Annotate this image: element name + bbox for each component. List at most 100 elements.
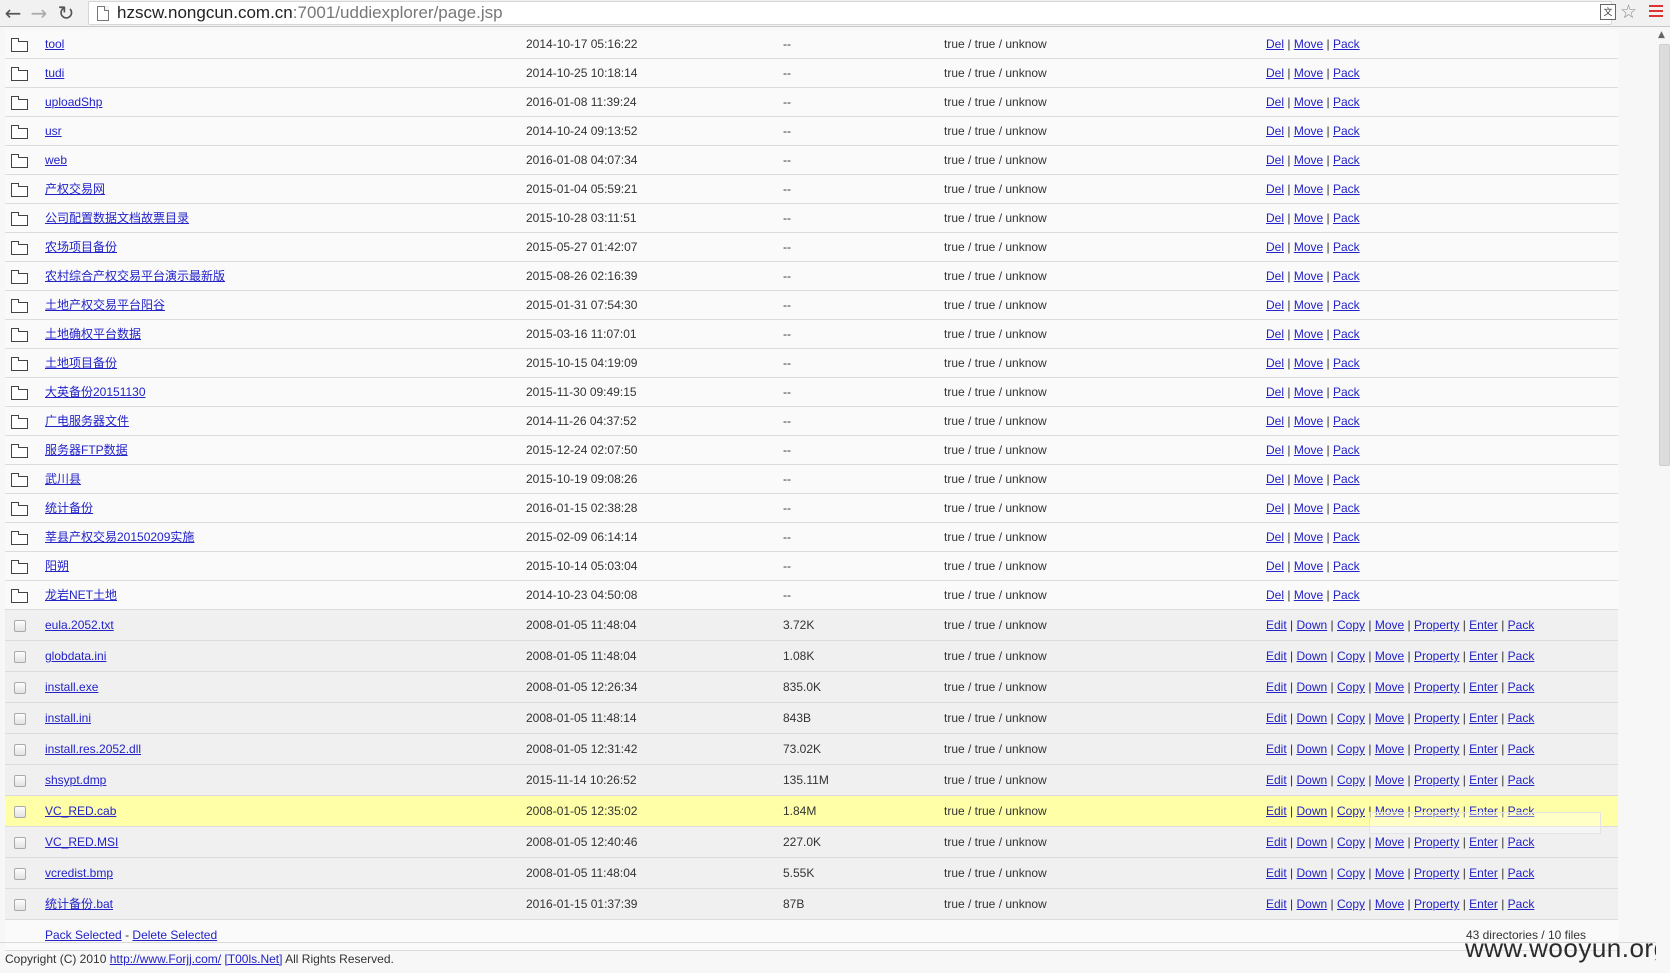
directory-link[interactable]: uploadShp: [45, 95, 102, 109]
enter-link[interactable]: Enter: [1469, 835, 1498, 849]
enter-link[interactable]: Enter: [1469, 680, 1498, 694]
directory-link[interactable]: 龙岩NET土地: [45, 588, 117, 602]
move-link[interactable]: Move: [1294, 211, 1323, 225]
property-link[interactable]: Property: [1414, 866, 1459, 880]
move-link[interactable]: Move: [1294, 298, 1323, 312]
pack-link[interactable]: Pack: [1333, 501, 1360, 515]
move-link[interactable]: Move: [1375, 866, 1404, 880]
pack-link[interactable]: Pack: [1333, 385, 1360, 399]
pack-link[interactable]: Pack: [1333, 182, 1360, 196]
down-link[interactable]: Down: [1297, 742, 1328, 756]
directory-link[interactable]: 服务器FTP数据: [45, 443, 128, 457]
file-checkbox[interactable]: [14, 682, 26, 694]
move-link[interactable]: Move: [1375, 680, 1404, 694]
move-link[interactable]: Move: [1375, 773, 1404, 787]
edit-link[interactable]: Edit: [1266, 773, 1287, 787]
delete-selected-link[interactable]: Delete Selected: [132, 928, 217, 942]
directory-link[interactable]: 土地确权平台数据: [45, 327, 141, 341]
move-link[interactable]: Move: [1294, 443, 1323, 457]
directory-link[interactable]: 土地产权交易平台阳谷: [45, 298, 165, 312]
copy-link[interactable]: Copy: [1337, 742, 1365, 756]
directory-link[interactable]: 土地项目备份: [45, 356, 117, 370]
pack-link[interactable]: Pack: [1508, 773, 1535, 787]
move-link[interactable]: Move: [1294, 124, 1323, 138]
edit-link[interactable]: Edit: [1266, 649, 1287, 663]
tools-link[interactable]: [T00ls.Net]: [224, 952, 282, 966]
enter-link[interactable]: Enter: [1469, 897, 1498, 911]
del-link[interactable]: Del: [1266, 37, 1284, 51]
del-link[interactable]: Del: [1266, 472, 1284, 486]
directory-link[interactable]: 莘县产权交易20150209实施: [45, 530, 194, 544]
property-link[interactable]: Property: [1414, 742, 1459, 756]
property-link[interactable]: Property: [1414, 711, 1459, 725]
pack-link[interactable]: Pack: [1333, 327, 1360, 341]
pack-link[interactable]: Pack: [1333, 588, 1360, 602]
move-link[interactable]: Move: [1294, 501, 1323, 515]
del-link[interactable]: Del: [1266, 443, 1284, 457]
move-link[interactable]: Move: [1294, 472, 1323, 486]
down-link[interactable]: Down: [1297, 649, 1328, 663]
copy-link[interactable]: Copy: [1337, 866, 1365, 880]
file-checkbox[interactable]: [14, 806, 26, 818]
move-link[interactable]: Move: [1294, 385, 1323, 399]
pack-link[interactable]: Pack: [1333, 559, 1360, 573]
pack-link[interactable]: Pack: [1333, 153, 1360, 167]
reload-icon[interactable]: ↻: [55, 2, 77, 24]
del-link[interactable]: Del: [1266, 240, 1284, 254]
directory-link[interactable]: 武川县: [45, 472, 81, 486]
menu-icon[interactable]: [1649, 5, 1663, 19]
copy-link[interactable]: Copy: [1337, 804, 1365, 818]
directory-link[interactable]: tool: [45, 37, 64, 51]
move-link[interactable]: Move: [1294, 559, 1323, 573]
del-link[interactable]: Del: [1266, 530, 1284, 544]
copy-link[interactable]: Copy: [1337, 773, 1365, 787]
enter-link[interactable]: Enter: [1469, 618, 1498, 632]
del-link[interactable]: Del: [1266, 182, 1284, 196]
move-link[interactable]: Move: [1294, 182, 1323, 196]
directory-link[interactable]: 阳朔: [45, 559, 69, 573]
directory-link[interactable]: web: [45, 153, 67, 167]
move-link[interactable]: Move: [1375, 835, 1404, 849]
back-arrow-icon[interactable]: ←: [2, 2, 24, 24]
property-link[interactable]: Property: [1414, 773, 1459, 787]
move-link[interactable]: Move: [1294, 327, 1323, 341]
file-link[interactable]: install.res.2052.dll: [45, 742, 141, 756]
enter-link[interactable]: Enter: [1469, 773, 1498, 787]
edit-link[interactable]: Edit: [1266, 804, 1287, 818]
pack-link[interactable]: Pack: [1508, 897, 1535, 911]
directory-link[interactable]: 产权交易网: [45, 182, 105, 196]
property-link[interactable]: Property: [1414, 680, 1459, 694]
file-checkbox[interactable]: [14, 744, 26, 756]
pack-link[interactable]: Pack: [1508, 866, 1535, 880]
copy-link[interactable]: Copy: [1337, 618, 1365, 632]
del-link[interactable]: Del: [1266, 559, 1284, 573]
del-link[interactable]: Del: [1266, 414, 1284, 428]
file-link[interactable]: vcredist.bmp: [45, 866, 113, 880]
down-link[interactable]: Down: [1297, 711, 1328, 725]
copy-link[interactable]: Copy: [1337, 897, 1365, 911]
pack-link[interactable]: Pack: [1333, 356, 1360, 370]
pack-link[interactable]: Pack: [1333, 269, 1360, 283]
directory-link[interactable]: 农场项目备份: [45, 240, 117, 254]
down-link[interactable]: Down: [1297, 618, 1328, 632]
pack-link[interactable]: Pack: [1508, 618, 1535, 632]
file-checkbox[interactable]: [14, 713, 26, 725]
pack-link[interactable]: Pack: [1508, 680, 1535, 694]
forjj-link[interactable]: http://www.Forjj.com/: [110, 952, 221, 966]
directory-link[interactable]: 大英备份20151130: [45, 385, 146, 399]
file-link[interactable]: VC_RED.MSI: [45, 835, 118, 849]
pack-link[interactable]: Pack: [1333, 37, 1360, 51]
move-link[interactable]: Move: [1294, 153, 1323, 167]
file-link[interactable]: install.ini: [45, 711, 91, 725]
pack-link[interactable]: Pack: [1508, 835, 1535, 849]
down-link[interactable]: Down: [1297, 897, 1328, 911]
directory-link[interactable]: usr: [45, 124, 62, 138]
edit-link[interactable]: Edit: [1266, 711, 1287, 725]
pack-link[interactable]: Pack: [1333, 530, 1360, 544]
property-link[interactable]: Property: [1414, 649, 1459, 663]
forward-arrow-icon[interactable]: →: [28, 2, 50, 24]
del-link[interactable]: Del: [1266, 356, 1284, 370]
enter-link[interactable]: Enter: [1469, 866, 1498, 880]
copy-link[interactable]: Copy: [1337, 835, 1365, 849]
pack-link[interactable]: Pack: [1333, 211, 1360, 225]
